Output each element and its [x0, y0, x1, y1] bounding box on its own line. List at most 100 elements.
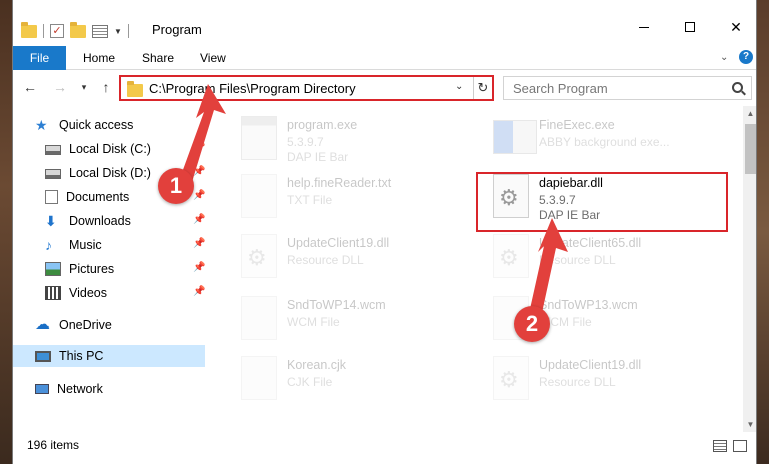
ribbon-tabs: File Home Share View ⌄ ?: [13, 46, 756, 70]
step-2-badge: 2: [514, 306, 550, 342]
customize-toolbar-chevron-down-icon[interactable]: ▼: [114, 27, 122, 36]
dll-icon: [493, 356, 529, 400]
pin-icon[interactable]: 📌: [193, 143, 205, 153]
pin-icon[interactable]: 📌: [193, 263, 205, 273]
sidebar-item-label: Documents: [66, 190, 130, 204]
address-path[interactable]: C:\Program Files\Program Directory: [149, 81, 356, 96]
file-name: SndToWP14.wcm: [287, 298, 386, 312]
sidebar-item-label: Pictures: [69, 262, 115, 276]
toolbar-divider: [43, 24, 44, 38]
download-icon: ⬇: [45, 213, 57, 229]
sidebar-item-label: This PC: [59, 349, 104, 363]
file-item[interactable]: UpdateClient19.dll Resource DLL: [233, 228, 473, 284]
pin-icon[interactable]: 📌: [193, 167, 205, 177]
minimize-icon: [639, 26, 649, 28]
sidebar-item-onedrive[interactable]: ☁ OneDrive: [35, 314, 227, 336]
tab-file[interactable]: File: [13, 46, 66, 70]
details-view-icon[interactable]: [713, 440, 727, 452]
sidebar-item-network[interactable]: Network: [35, 378, 227, 400]
file-description: DAP IE Bar: [287, 150, 349, 164]
file-item[interactable]: help.fineReader.txt TXT File: [233, 168, 473, 224]
network-icon: [35, 384, 49, 394]
file-version: 5.3.9.7: [287, 135, 324, 149]
drive-icon: [45, 145, 61, 155]
vertical-scrollbar[interactable]: ▲ ▼: [743, 106, 756, 432]
file-item[interactable]: UpdateClient19.dll Resource DLL: [485, 350, 725, 406]
file-name: FineExec.exe: [539, 118, 615, 132]
properties-check-icon[interactable]: ✓: [50, 24, 64, 38]
document-icon: [241, 356, 277, 400]
new-folder-icon[interactable]: [70, 21, 86, 38]
sidebar-item-label: Local Disk (D:): [69, 166, 151, 180]
file-type: TXT File: [287, 193, 333, 207]
folder-icon[interactable]: [21, 21, 37, 38]
pin-icon[interactable]: 📌: [193, 239, 205, 249]
file-explorer-window: ✓ ▼ Program ✕ File Home Share View ⌄ ? ←…: [12, 0, 757, 464]
help-icon[interactable]: ?: [739, 50, 753, 64]
search-icon[interactable]: [732, 82, 743, 93]
sidebar-item-label: Quick access: [59, 118, 134, 132]
status-bar: 196 items: [13, 432, 756, 464]
dll-icon: [493, 234, 529, 278]
computer-icon: [35, 350, 51, 362]
expand-ribbon-chevron-down-icon[interactable]: ⌄: [720, 52, 728, 63]
search-input[interactable]: Search Program: [503, 76, 752, 100]
videos-icon: [45, 286, 61, 300]
refresh-icon[interactable]: ↻: [473, 77, 492, 99]
file-type: WCM File: [287, 315, 340, 329]
file-item[interactable]: Korean.cjk CJK File: [233, 350, 473, 406]
sidebar-item-label: Local Disk (C:): [69, 142, 151, 156]
file-name: UpdateClient19.dll: [287, 236, 390, 250]
file-type: Resource DLL: [287, 253, 364, 267]
sidebar-item-quick-access[interactable]: ★ Quick access: [35, 114, 227, 136]
app-icon: [493, 120, 537, 154]
maximize-button[interactable]: [667, 12, 713, 42]
pictures-icon: [45, 262, 61, 276]
maximize-icon: [685, 22, 695, 32]
recent-locations-chevron-down-icon[interactable]: ▾: [75, 78, 93, 96]
sidebar-item-this-pc[interactable]: This PC: [13, 345, 205, 367]
address-history-chevron-down-icon[interactable]: ⌄: [455, 81, 463, 92]
pin-icon[interactable]: 📌: [193, 191, 205, 201]
sidebar-item-music[interactable]: ♪ Music 📌: [45, 234, 205, 256]
back-arrow-icon[interactable]: ←: [21, 78, 39, 96]
close-button[interactable]: ✕: [713, 12, 756, 42]
scroll-down-arrow-icon[interactable]: ▼: [743, 417, 756, 432]
scroll-up-arrow-icon[interactable]: ▲: [743, 106, 756, 121]
file-name: UpdateClient19.dll: [539, 358, 642, 372]
file-type: Resource DLL: [539, 375, 616, 389]
highlighted-file-outline: [476, 172, 728, 232]
tab-view[interactable]: View: [188, 46, 238, 70]
sidebar-item-local-disk-c[interactable]: Local Disk (C:) 📌: [45, 138, 205, 160]
title-bar: ✓ ▼ Program ✕: [13, 0, 756, 46]
up-arrow-icon[interactable]: ↑: [97, 78, 115, 96]
file-item[interactable]: program.exe 5.3.9.7 DAP IE Bar: [233, 110, 473, 166]
sidebar-item-label: Music: [69, 238, 102, 252]
desktop-background-right: [757, 0, 769, 464]
documents-icon: [45, 190, 58, 204]
search-placeholder: Search Program: [513, 81, 608, 96]
pin-icon[interactable]: 📌: [193, 215, 205, 225]
address-bar[interactable]: C:\Program Files\Program Directory ⌄ ↻: [119, 75, 494, 101]
minimize-button[interactable]: [621, 12, 667, 42]
tab-home[interactable]: Home: [71, 46, 127, 70]
file-item[interactable]: SndToWP14.wcm WCM File: [233, 290, 473, 346]
file-item[interactable]: FineExec.exe ABBY background exe...: [485, 110, 725, 166]
file-name: UpdateClient65.dll: [539, 236, 642, 250]
file-item[interactable]: UpdateClient65.dll Resource DLL: [485, 228, 725, 284]
sidebar-item-downloads[interactable]: ⬇ Downloads 📌: [45, 210, 205, 232]
file-list: program.exe 5.3.9.7 DAP IE Bar FineExec.…: [221, 106, 741, 432]
scrollbar-thumb[interactable]: [745, 124, 756, 174]
item-count: 196 items: [27, 438, 80, 452]
sidebar-item-label: Videos: [69, 286, 107, 300]
large-icons-view-icon[interactable]: [733, 440, 747, 452]
properties-icon[interactable]: [92, 24, 108, 38]
sidebar-item-pictures[interactable]: Pictures 📌: [45, 258, 205, 280]
pin-icon[interactable]: 📌: [193, 287, 205, 297]
step-1-badge: 1: [158, 168, 194, 204]
tab-share[interactable]: Share: [130, 46, 186, 70]
sidebar-item-videos[interactable]: Videos 📌: [45, 282, 205, 304]
forward-arrow-icon[interactable]: →: [51, 78, 69, 96]
file-name: Korean.cjk: [287, 358, 347, 372]
file-name: program.exe: [287, 118, 358, 132]
